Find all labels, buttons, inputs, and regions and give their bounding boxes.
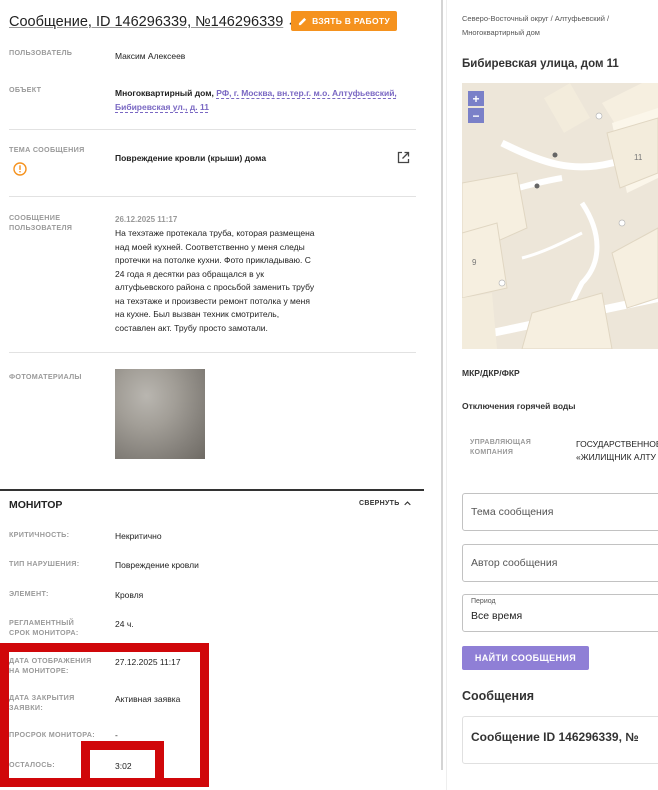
period-label: Период bbox=[471, 598, 496, 605]
user-message-label-1: СООБЩЕНИЕ bbox=[9, 213, 61, 222]
message-line: на кухне. Был вызван техник смотритель, bbox=[115, 309, 280, 319]
find-messages-button[interactable]: НАЙТИ СООБЩЕНИЯ bbox=[462, 646, 589, 670]
monitor-divider bbox=[0, 489, 424, 491]
management-company-value-2: «ЖИЛИЩНИК АЛТУ bbox=[576, 452, 656, 462]
message-line: 24 года я десятки раз обращался в ук bbox=[115, 268, 264, 279]
map-house-label-9: 9 bbox=[472, 258, 477, 267]
map[interactable]: + − 11 9 bbox=[462, 83, 658, 349]
message-title-row[interactable]: Сообщение, ID 146296339, №146296339 bbox=[9, 10, 298, 34]
object-sidebar: Северо-Восточный округ / Алтуфьевский / … bbox=[447, 0, 658, 790]
collapse-label: СВЕРНУТЬ bbox=[359, 500, 400, 507]
management-company-value: ГОСУДАРСТВЕННОЕ «ЖИЛИЩНИК АЛТУ bbox=[576, 438, 658, 464]
message-line: алтуфьевского района с просьбой заменить… bbox=[115, 282, 315, 292]
photos-label: ФОТОМАТЕРИАЛЫ bbox=[9, 372, 82, 381]
message-card[interactable]: Сообщение ID 146296339, № bbox=[462, 716, 658, 764]
user-label: ПОЛЬЗОВАТЕЛЬ bbox=[9, 48, 73, 57]
period-select[interactable]: Период Все время bbox=[462, 594, 658, 632]
messages-heading: Сообщения bbox=[462, 689, 535, 703]
divider bbox=[9, 129, 416, 130]
regulation-term-label: РЕГЛАМЕНТНЫЙ СРОК МОНИТОРА: bbox=[9, 618, 79, 638]
object-address-link-2[interactable]: Бибиревская ул., д. 11 bbox=[115, 102, 209, 112]
topic-filter-placeholder: Тема сообщения bbox=[471, 506, 554, 518]
message-line: протечки на потолке кухни. Фото приклады… bbox=[115, 255, 311, 265]
management-company-value-1: ГОСУДАРСТВЕННОЕ bbox=[576, 439, 658, 449]
element-label: ЭЛЕМЕНТ: bbox=[9, 589, 49, 598]
breadcrumb: Северо-Восточный округ / Алтуфьевский / … bbox=[462, 12, 652, 39]
regulation-term-label-2: СРОК МОНИТОРА: bbox=[9, 628, 79, 637]
violation-type-label: ТИП НАРУШЕНИЯ: bbox=[9, 559, 80, 568]
take-to-work-button[interactable]: ВЗЯТЬ В РАБОТУ bbox=[291, 11, 397, 31]
criticality-value: Некритично bbox=[115, 531, 162, 541]
regulation-term-label-1: РЕГЛАМЕНТНЫЙ bbox=[9, 618, 75, 627]
object-label: ОБЪЕКТ bbox=[9, 85, 42, 94]
photo-thumbnail[interactable] bbox=[115, 369, 205, 459]
topic-filter-input[interactable]: Тема сообщения bbox=[462, 493, 658, 531]
message-line: На техэтаже протекала труба, которая раз… bbox=[115, 228, 315, 238]
divider bbox=[9, 352, 416, 353]
map-canvas bbox=[462, 83, 658, 349]
highlight-box-inner bbox=[81, 741, 164, 787]
period-value: Все время bbox=[471, 610, 523, 622]
message-card-title: Сообщение ID 146296339, № bbox=[471, 730, 639, 744]
external-link-icon[interactable] bbox=[397, 151, 410, 164]
message-title: Сообщение, ID 146296339, №146296339 bbox=[9, 14, 284, 30]
author-filter-placeholder: Автор сообщения bbox=[471, 557, 558, 569]
author-filter-input[interactable]: Автор сообщения bbox=[462, 544, 658, 582]
violation-type-value: Повреждение кровли bbox=[115, 560, 199, 570]
user-message-label: СООБЩЕНИЕ ПОЛЬЗОВАТЕЛЯ bbox=[9, 213, 72, 233]
hot-water-link[interactable]: Отключения горячей воды bbox=[462, 401, 576, 411]
zoom-in-button[interactable]: + bbox=[468, 91, 484, 106]
message-text: На техэтаже протекала труба, которая раз… bbox=[115, 227, 345, 335]
topic-label: ТЕМА СООБЩЕНИЯ bbox=[9, 145, 85, 154]
panel-splitter[interactable] bbox=[441, 0, 443, 770]
warning-icon bbox=[13, 162, 27, 176]
pencil-icon bbox=[298, 17, 307, 25]
regulation-term-value: 24 ч. bbox=[115, 619, 134, 629]
object-type: Многоквартирный дом, bbox=[115, 88, 214, 98]
object-value: Многоквартирный дом, РФ, г. Москва, вн.т… bbox=[115, 87, 415, 114]
user-value: Максим Алексеев bbox=[115, 51, 186, 61]
monitor-title: МОНИТОР bbox=[9, 499, 63, 511]
element-value: Кровля bbox=[115, 590, 144, 600]
management-company-label-1: УПРАВЛЯЮЩАЯ bbox=[470, 439, 532, 446]
map-house-label-11: 11 bbox=[634, 153, 643, 162]
message-line: над моей кухней. Соответственно у меня с… bbox=[115, 241, 305, 252]
message-date: 26.12.2025 11:17 bbox=[115, 215, 178, 224]
topic-value: Повреждение кровли (крыши) дома bbox=[115, 153, 267, 163]
breadcrumb-line-1: Северо-Восточный округ / Алтуфьевский / bbox=[462, 14, 610, 23]
divider bbox=[9, 196, 416, 197]
chevron-up-icon bbox=[403, 501, 411, 506]
message-panel: Сообщение, ID 146296339, №146296339 ВЗЯТ… bbox=[0, 0, 432, 790]
breadcrumb-line-2: Многоквартирный дом bbox=[462, 27, 540, 37]
criticality-label: КРИТИЧНОСТЬ: bbox=[9, 530, 70, 539]
take-to-work-label: ВЗЯТЬ В РАБОТУ bbox=[312, 16, 390, 26]
management-company-label-2: КОМПАНИЯ bbox=[470, 449, 514, 456]
object-address-link[interactable]: РФ, г. Москва, вн.тер.г. м.о. Алтуфьевск… bbox=[216, 88, 397, 98]
zoom-out-button[interactable]: − bbox=[468, 108, 484, 123]
message-line: на техэтаже и произвести ремонт потолка … bbox=[115, 295, 310, 306]
programs-link[interactable]: МКР/ДКР/ФКР bbox=[462, 368, 520, 378]
object-address-title: Бибиревская улица, дом 11 bbox=[462, 58, 619, 70]
user-message-label-2: ПОЛЬЗОВАТЕЛЯ bbox=[9, 223, 73, 232]
collapse-button[interactable]: СВЕРНУТЬ bbox=[359, 500, 411, 507]
management-company-label: УПРАВЛЯЮЩАЯ КОМПАНИЯ bbox=[470, 438, 531, 458]
message-line: составлен акт. Трубу просто замотали. bbox=[115, 322, 268, 333]
